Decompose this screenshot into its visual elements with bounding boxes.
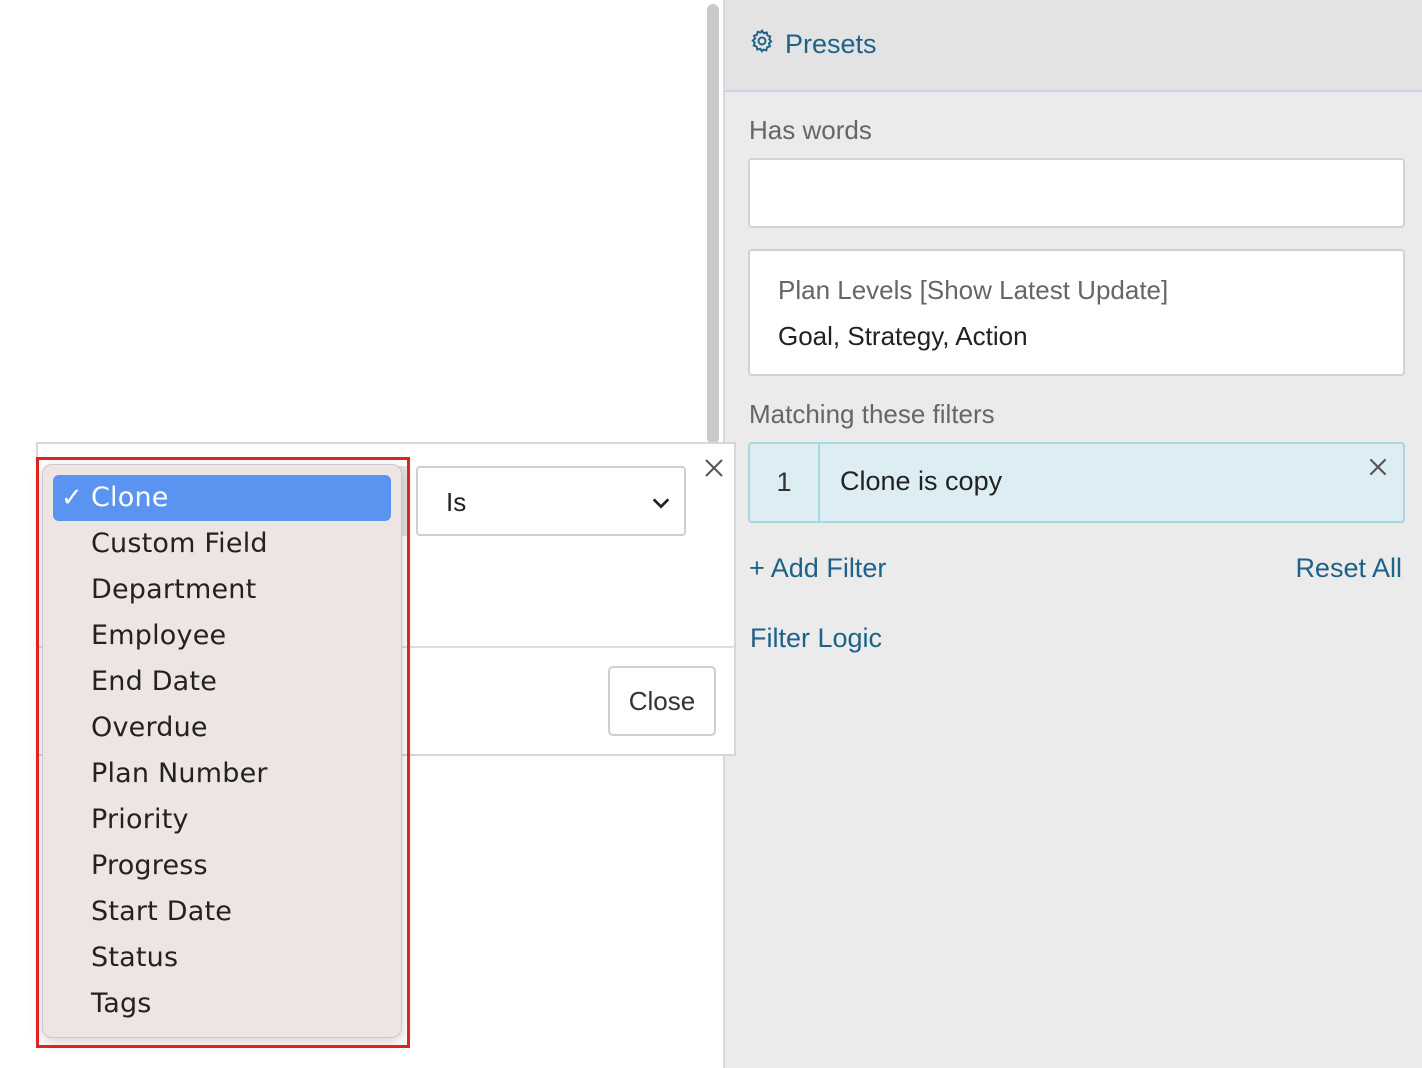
option-label: End Date — [91, 666, 218, 697]
dropdown-option-start-date[interactable]: Start Date — [53, 889, 391, 935]
filter-item[interactable]: 1 Clone is copy — [748, 442, 1405, 523]
operator-value: Is — [446, 487, 467, 517]
option-label: Status — [91, 942, 179, 973]
option-label: Start Date — [91, 896, 233, 927]
plan-levels-value: Goal, Strategy, Action — [778, 321, 1028, 351]
presets-link[interactable]: Presets — [749, 28, 877, 61]
option-label: Department — [91, 574, 257, 605]
has-words-label: Has words — [749, 115, 872, 145]
close-button[interactable]: Close — [608, 666, 716, 736]
reset-all-link[interactable]: Reset All — [1295, 553, 1402, 584]
filter-number: 1 — [750, 444, 820, 521]
dropdown-option-progress[interactable]: Progress — [53, 843, 391, 889]
gear-icon — [749, 28, 775, 61]
dropdown-option-clone[interactable]: ✓ Clone — [53, 475, 391, 521]
dropdown-option-overdue[interactable]: Overdue — [53, 705, 391, 751]
presets-header: Presets — [725, 0, 1422, 92]
has-words-input[interactable] — [748, 158, 1405, 228]
matching-filters-label: Matching these filters — [749, 399, 995, 429]
dropdown-option-employee[interactable]: Employee — [53, 613, 391, 659]
dropdown-option-tags[interactable]: Tags — [53, 981, 391, 1027]
field-dropdown-list: ✓ Clone Custom Field Department Employee… — [42, 464, 402, 1038]
dropdown-option-department[interactable]: Department — [53, 567, 391, 613]
option-label: Employee — [91, 620, 227, 651]
dropdown-option-custom-field[interactable]: Custom Field — [53, 521, 391, 567]
option-label: Priority — [91, 804, 189, 835]
plan-levels-title: Plan Levels [Show Latest Update] — [778, 275, 1169, 305]
option-label: Tags — [91, 988, 152, 1019]
plan-levels-box[interactable]: Plan Levels [Show Latest Update] Goal, S… — [748, 249, 1405, 376]
filter-panel: Presets Has words Plan Levels [Show Late… — [723, 0, 1422, 1068]
chevron-down-icon — [650, 492, 672, 514]
option-label: Progress — [91, 850, 208, 881]
add-filter-link[interactable]: + Add Filter — [749, 553, 886, 584]
dropdown-option-priority[interactable]: Priority — [53, 797, 391, 843]
dropdown-option-status[interactable]: Status — [53, 935, 391, 981]
option-label: Overdue — [91, 712, 208, 743]
option-label: Clone — [91, 482, 169, 513]
dropdown-option-plan-number[interactable]: Plan Number — [53, 751, 391, 797]
remove-filter-icon[interactable] — [1365, 454, 1391, 480]
scrollbar-thumb[interactable] — [707, 4, 719, 444]
dropdown-option-end-date[interactable]: End Date — [53, 659, 391, 705]
option-label: Plan Number — [91, 758, 268, 789]
presets-label: Presets — [785, 29, 877, 59]
close-icon[interactable] — [702, 456, 726, 480]
checkmark-icon: ✓ — [61, 483, 83, 513]
option-label: Custom Field — [91, 528, 268, 559]
operator-select[interactable]: Is — [416, 466, 686, 536]
filter-text: Clone is copy — [840, 466, 1003, 496]
filter-logic-link[interactable]: Filter Logic — [750, 623, 882, 654]
